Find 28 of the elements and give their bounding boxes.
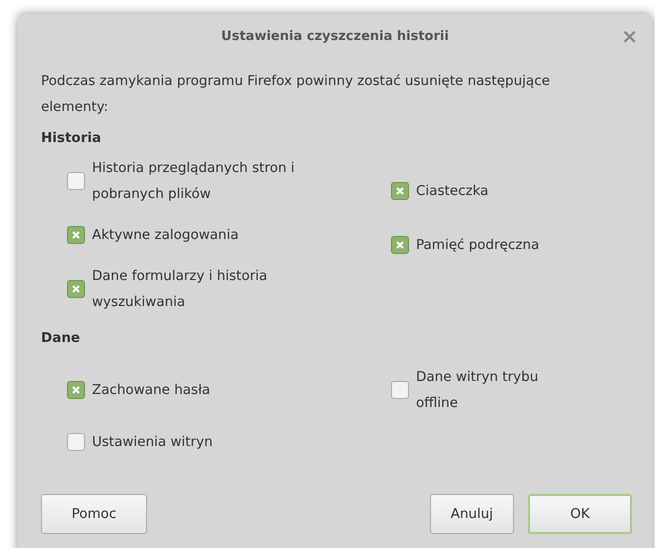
checkbox-label: Pamięć podręczna <box>416 236 540 255</box>
x-mark-icon <box>72 231 80 239</box>
dialog-button[interactable]: OK <box>528 494 632 534</box>
checkbox[interactable] <box>67 433 85 451</box>
checkbox-label: Aktywne zalogowania <box>92 226 239 245</box>
checkbox[interactable] <box>391 381 409 399</box>
checkbox-label: Historia przeglądanych stron i pobranych plików <box>92 159 296 204</box>
dialog-button[interactable]: Pomoc <box>41 494 147 534</box>
checkbox[interactable] <box>391 182 409 200</box>
checkbox[interactable] <box>67 381 85 399</box>
x-mark-icon <box>396 241 404 249</box>
checkbox-label: Dane witryn trybu offline <box>416 368 540 413</box>
checkbox[interactable] <box>67 172 85 190</box>
checkbox-label: Ciasteczka <box>416 182 488 201</box>
checkbox-label: Dane formularzy i historia wyszukiwania <box>92 267 268 312</box>
checkbox[interactable] <box>67 280 85 298</box>
checkbox-label: Zachowane hasła <box>92 381 210 400</box>
section-heading: Historia <box>41 130 102 146</box>
window-title: Ustawienia czyszczenia historii <box>221 28 449 44</box>
x-mark-icon <box>72 285 80 293</box>
intro-text: Podczas zamykania programu Firefox powinny zostać usunięte następujące elementy: <box>41 72 551 117</box>
section-heading: Dane <box>41 330 82 346</box>
x-mark-icon <box>72 386 80 394</box>
checkbox[interactable] <box>391 236 409 254</box>
checkbox-label: Ustawienia witryn <box>92 433 213 452</box>
x-mark-icon <box>396 187 404 195</box>
checkbox[interactable] <box>67 226 85 244</box>
dialog-button[interactable]: Anuluj <box>430 494 514 534</box>
